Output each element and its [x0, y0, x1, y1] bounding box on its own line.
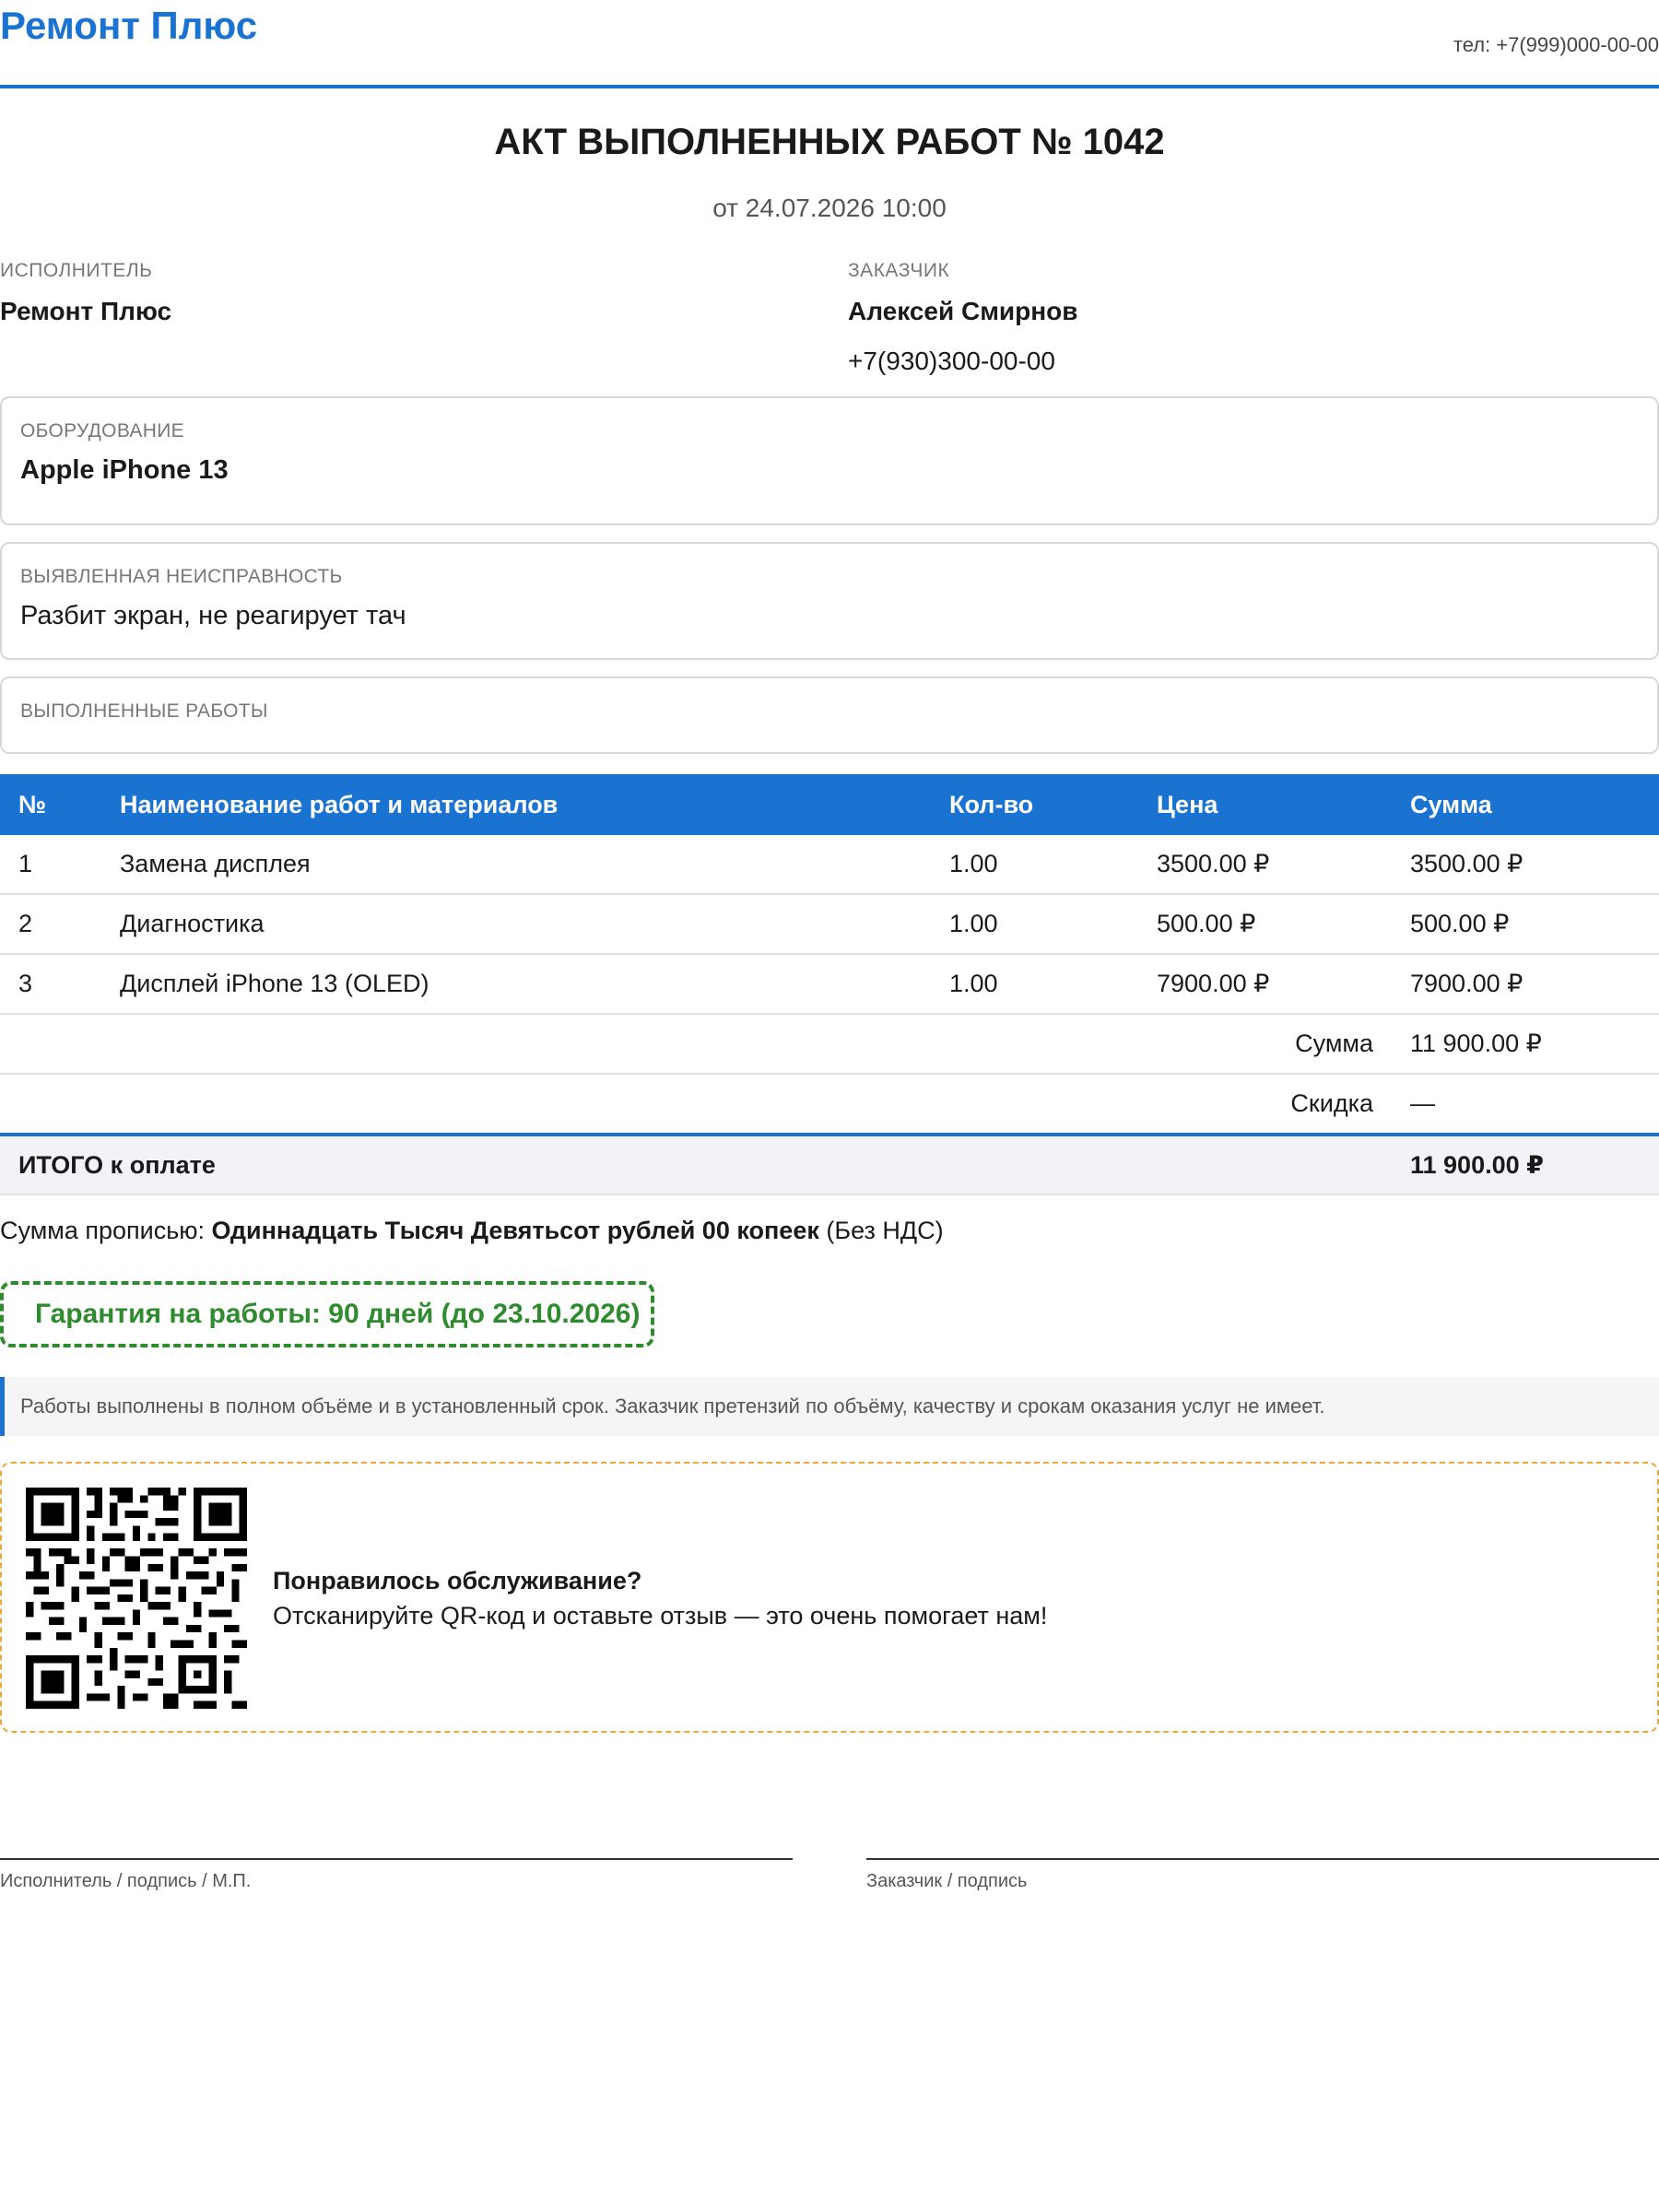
row-sum: 7900.00 ₽ [1410, 954, 1659, 1015]
header-divider [0, 85, 1659, 88]
amount-in-words: Сумма прописью: Одиннадцать Тысяч Девять… [0, 1217, 944, 1245]
row-price: 3500.00 ₽ [1157, 835, 1410, 895]
header-phone: тел: +7(999)000-00-00 [1453, 33, 1659, 56]
works-table: № Наименование работ и материалов Кол-во… [0, 774, 1659, 1195]
table-header-row: № Наименование работ и материалов Кол-во… [0, 774, 1659, 835]
amount-words-value: Одиннадцать Тысяч Девятьсот рублей 00 ко… [211, 1217, 819, 1244]
row-name: Диагностика [120, 894, 949, 955]
works-label: ВЫПОЛНЕННЫЕ РАБОТЫ [20, 700, 268, 722]
table-row: 3 Дисплей iPhone 13 (OLED) 1.00 7900.00 … [0, 954, 1659, 1015]
equipment-box: ОБОРУДОВАНИЕ Apple iPhone 13 [0, 396, 1659, 525]
executor-name: Ремонт Плюс [0, 297, 172, 325]
executor-label: ИСПОЛНИТЕЛЬ [0, 260, 153, 281]
customer-label: ЗАКАЗЧИК [848, 260, 950, 281]
subtotal-value: 11 900.00 ₽ [1410, 1014, 1659, 1075]
equipment-label: ОБОРУДОВАНИЕ [20, 420, 184, 441]
total-value: 11 900.00 ₽ [1410, 1133, 1659, 1195]
customer-signature-label: Заказчик / подпись [866, 1871, 1028, 1891]
discount-label: Скидка [0, 1074, 1410, 1135]
executor-signature-label: Исполнитель / подпись / М.П. [0, 1871, 252, 1891]
guarantee-badge: Гарантия на работы: 90 дней (до 23.10.20… [0, 1281, 654, 1347]
row-name: Дисплей iPhone 13 (OLED) [120, 954, 949, 1015]
total-label: ИТОГО к оплате [0, 1133, 1410, 1195]
row-sum: 3500.00 ₽ [1410, 835, 1659, 895]
col-price-header: Цена [1157, 774, 1410, 835]
fault-box: ВЫЯВЛЕННАЯ НЕИСПРАВНОСТЬ Разбит экран, н… [0, 542, 1659, 660]
table-row: 2 Диагностика 1.00 500.00 ₽ 500.00 ₽ [0, 894, 1659, 955]
discount-value: — [1410, 1074, 1659, 1135]
table-row: 1 Замена дисплея 1.00 3500.00 ₽ 3500.00 … [0, 835, 1659, 895]
row-sum: 500.00 ₽ [1410, 894, 1659, 955]
row-qty: 1.00 [949, 954, 1157, 1015]
row-number: 2 [0, 894, 120, 955]
amount-words-prefix: Сумма прописью: [0, 1217, 206, 1244]
row-number: 1 [0, 835, 120, 895]
row-price: 7900.00 ₽ [1157, 954, 1410, 1015]
total-row: ИТОГО к оплате 11 900.00 ₽ [0, 1133, 1659, 1195]
fault-label: ВЫЯВЛЕННАЯ НЕИСПРАВНОСТЬ [20, 566, 343, 587]
brand-name: Ремонт Плюс [0, 4, 258, 47]
customer-name: Алексей Смирнов [848, 297, 1078, 325]
review-block: Понравилось обслуживание? Отсканируйте Q… [0, 1462, 1659, 1733]
fault-value: Разбит экран, не реагирует тач [20, 601, 406, 630]
col-name-header: Наименование работ и материалов [120, 774, 949, 835]
row-qty: 1.00 [949, 835, 1157, 895]
amount-words-suffix: (Без НДС) [826, 1217, 944, 1244]
row-qty: 1.00 [949, 894, 1157, 955]
executor-block: ИСПОЛНИТЕЛЬ Ремонт Плюс [0, 260, 171, 326]
review-title: Понравилось обслуживание? [273, 1567, 642, 1594]
executor-signature-line [0, 1858, 793, 1860]
equipment-value: Apple iPhone 13 [20, 455, 229, 485]
customer-block: ЗАКАЗЧИК Алексей Смирнов +7(930)300-00-0… [848, 260, 1077, 376]
col-number-header: № [0, 774, 120, 835]
acceptance-note: Работы выполнены в полном объёме и в уст… [0, 1377, 1659, 1436]
subtotal-label: Сумма [0, 1014, 1410, 1075]
row-name: Замена дисплея [120, 835, 949, 895]
subtotal-row: Сумма 11 900.00 ₽ [0, 1014, 1659, 1075]
discount-row: Скидка — [0, 1074, 1659, 1135]
row-number: 3 [0, 954, 120, 1015]
customer-signature-line [866, 1858, 1659, 1860]
col-sum-header: Сумма [1410, 774, 1659, 835]
works-box: ВЫПОЛНЕННЫЕ РАБОТЫ [0, 677, 1659, 754]
document-title: АКТ ВЫПОЛНЕННЫХ РАБОТ № 1042 [494, 122, 1165, 162]
customer-phone: +7(930)300-00-00 [848, 347, 1055, 375]
col-qty-header: Кол-во [949, 774, 1157, 835]
review-text: Отсканируйте QR-код и оставьте отзыв — э… [273, 1602, 1048, 1630]
qr-code-icon[interactable] [26, 1488, 247, 1709]
document-date: от 24.07.2026 10:00 [712, 194, 947, 222]
row-price: 500.00 ₽ [1157, 894, 1410, 955]
